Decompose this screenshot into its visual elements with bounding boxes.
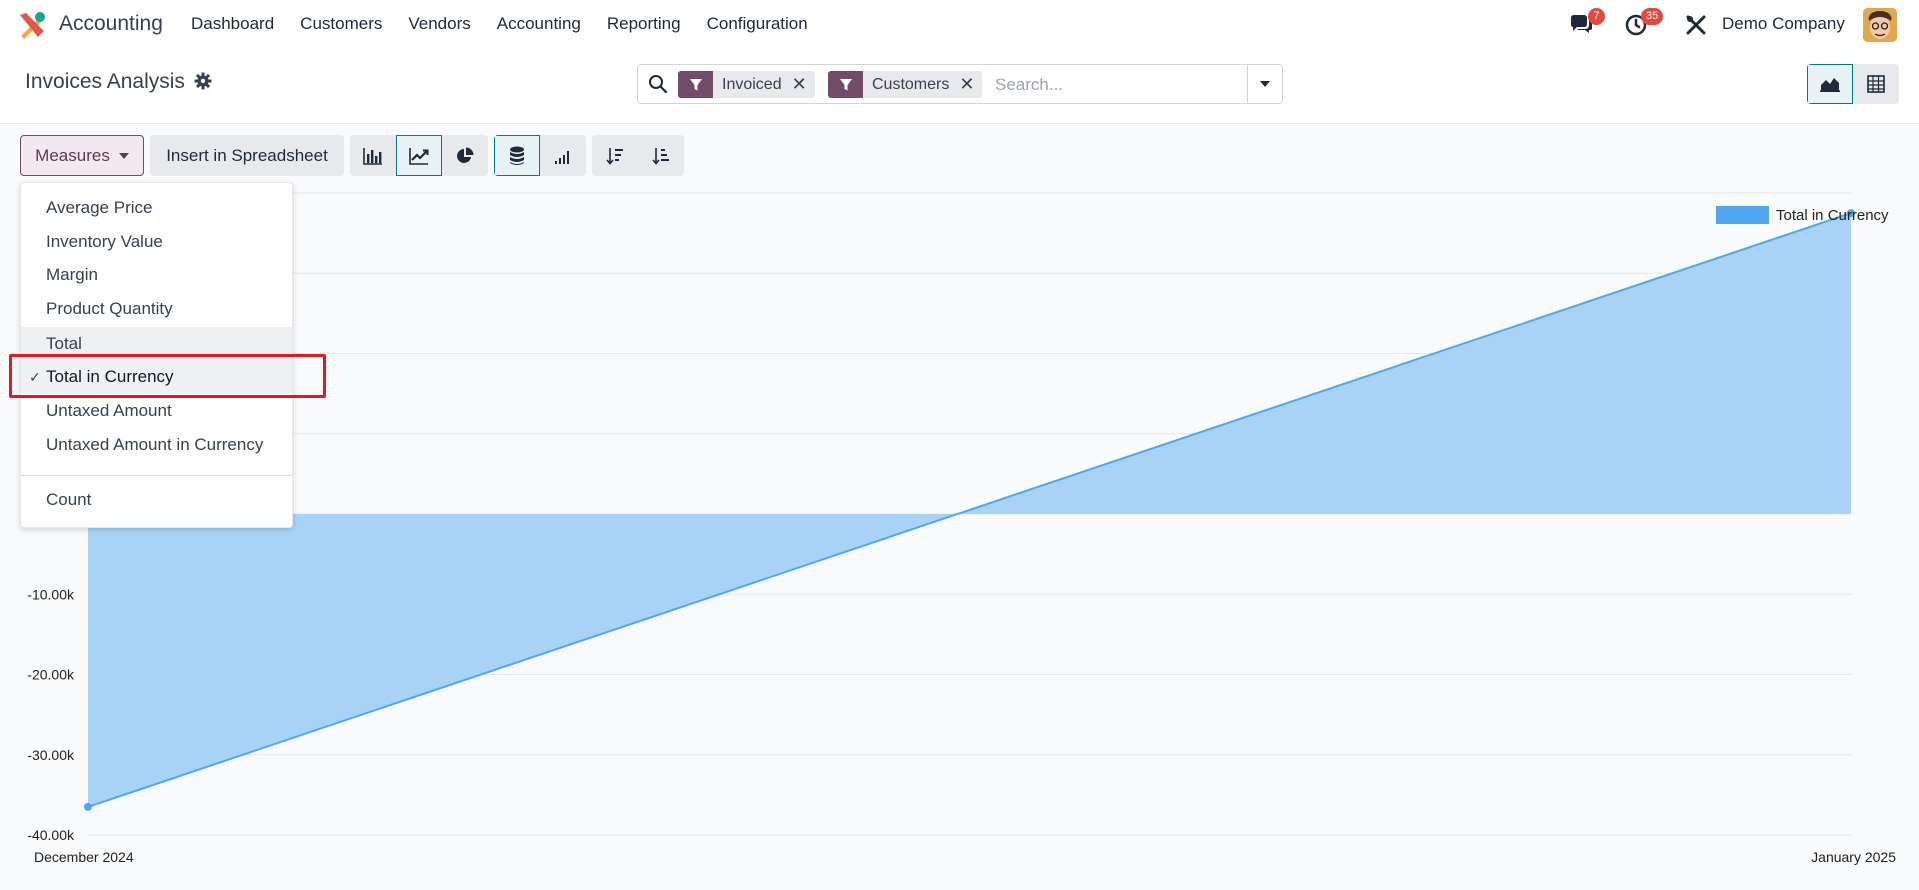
search-options-toggle[interactable] [1247, 65, 1282, 103]
search-bar: Invoiced ✕ Customers ✕ [637, 64, 1283, 104]
caret-down-icon [118, 152, 129, 159]
graph-view-button[interactable] [1807, 64, 1853, 104]
search-icon[interactable] [648, 74, 668, 94]
graph-toolbar: Measures Insert in Spreadsheet [20, 135, 684, 176]
menu-accounting[interactable]: Accounting [484, 0, 594, 48]
search-input[interactable] [995, 72, 1235, 98]
menu-dashboard[interactable]: Dashboard [178, 0, 287, 48]
facet-remove-icon[interactable]: ✕ [792, 71, 815, 98]
caret-down-icon [1260, 81, 1270, 87]
view-switcher [1807, 64, 1899, 104]
bar-chart-button[interactable] [350, 135, 396, 176]
legend-swatch [1716, 206, 1769, 224]
sort-descending-icon [606, 147, 623, 165]
menu-vendors[interactable]: Vendors [395, 0, 483, 48]
sort-group [592, 135, 684, 176]
measure-margin[interactable]: Margin [21, 258, 292, 292]
stack-options-group [494, 135, 586, 176]
pivot-view-button[interactable] [1853, 64, 1899, 104]
y-tick-label: -40.00k [27, 827, 75, 843]
measure-average-price[interactable]: Average Price [21, 191, 292, 225]
measure-untaxed-amount-currency[interactable]: Untaxed Amount in Currency [21, 428, 292, 462]
menu-configuration[interactable]: Configuration [694, 0, 821, 48]
y-tick-label: -20.00k [27, 667, 75, 683]
app-name[interactable]: Accounting [59, 12, 163, 36]
sort-ascending-button[interactable] [638, 135, 684, 176]
facet-invoiced: Invoiced ✕ [678, 71, 815, 98]
facet-label: Invoiced [722, 75, 782, 93]
menu-divider [21, 475, 292, 476]
cumulative-button[interactable] [540, 135, 586, 176]
pie-chart-button[interactable] [442, 135, 488, 176]
user-avatar[interactable] [1863, 8, 1897, 42]
measure-inventory-value[interactable]: Inventory Value [21, 225, 292, 259]
sort-descending-button[interactable] [592, 135, 638, 176]
debug-tools-icon[interactable] [1683, 12, 1709, 38]
measure-count[interactable]: Count [21, 483, 292, 517]
area-chart-icon [1820, 78, 1840, 92]
filter-icon [828, 71, 863, 98]
bar-chart-icon [363, 147, 382, 165]
main-menu: Dashboard Customers Vendors Accounting R… [178, 0, 821, 48]
gear-icon[interactable] [194, 72, 212, 90]
pie-chart-icon [457, 147, 474, 163]
sort-ascending-icon [652, 147, 669, 165]
activities-badge: 35 [1641, 8, 1664, 25]
y-tick-label: -30.00k [27, 747, 75, 763]
measure-product-quantity[interactable]: Product Quantity [21, 292, 292, 326]
chart-type-group [350, 135, 488, 176]
x-tick-label: January 2025 [1811, 849, 1896, 865]
measures-button[interactable]: Measures [20, 135, 144, 176]
top-navbar: Accounting Dashboard Customers Vendors A… [0, 0, 1919, 48]
menu-customers[interactable]: Customers [287, 0, 395, 48]
insert-spreadsheet-button[interactable]: Insert in Spreadsheet [150, 135, 344, 176]
measures-label: Measures [35, 145, 110, 165]
database-icon [510, 146, 524, 165]
accounting-app-icon[interactable] [18, 11, 46, 39]
highlight-box [9, 354, 326, 398]
avatar-face-icon [1863, 8, 1897, 42]
data-point [84, 802, 92, 811]
legend-label: Total in Currency [1776, 207, 1889, 224]
stacked-button[interactable] [494, 135, 540, 176]
table-icon [1867, 75, 1885, 93]
facet-label: Customers [872, 75, 950, 93]
messages-badge: 7 [1588, 8, 1605, 25]
measure-untaxed-amount[interactable]: Untaxed Amount [21, 394, 292, 428]
x-tick-label: December 2024 [34, 849, 134, 865]
line-chart-button[interactable] [396, 135, 442, 176]
y-tick-label: -10.00k [27, 586, 75, 602]
facet-customers: Customers ✕ [828, 71, 983, 98]
page-title: Invoices Analysis [25, 70, 185, 93]
signal-bars-icon [555, 150, 569, 164]
line-chart-icon [409, 147, 429, 165]
company-switcher[interactable]: Demo Company [1722, 14, 1845, 34]
menu-reporting[interactable]: Reporting [594, 0, 694, 48]
control-panel: Invoices Analysis Invoiced ✕ Customers ✕… [0, 48, 1919, 124]
facet-remove-icon[interactable]: ✕ [959, 71, 982, 98]
filter-icon [678, 71, 713, 98]
